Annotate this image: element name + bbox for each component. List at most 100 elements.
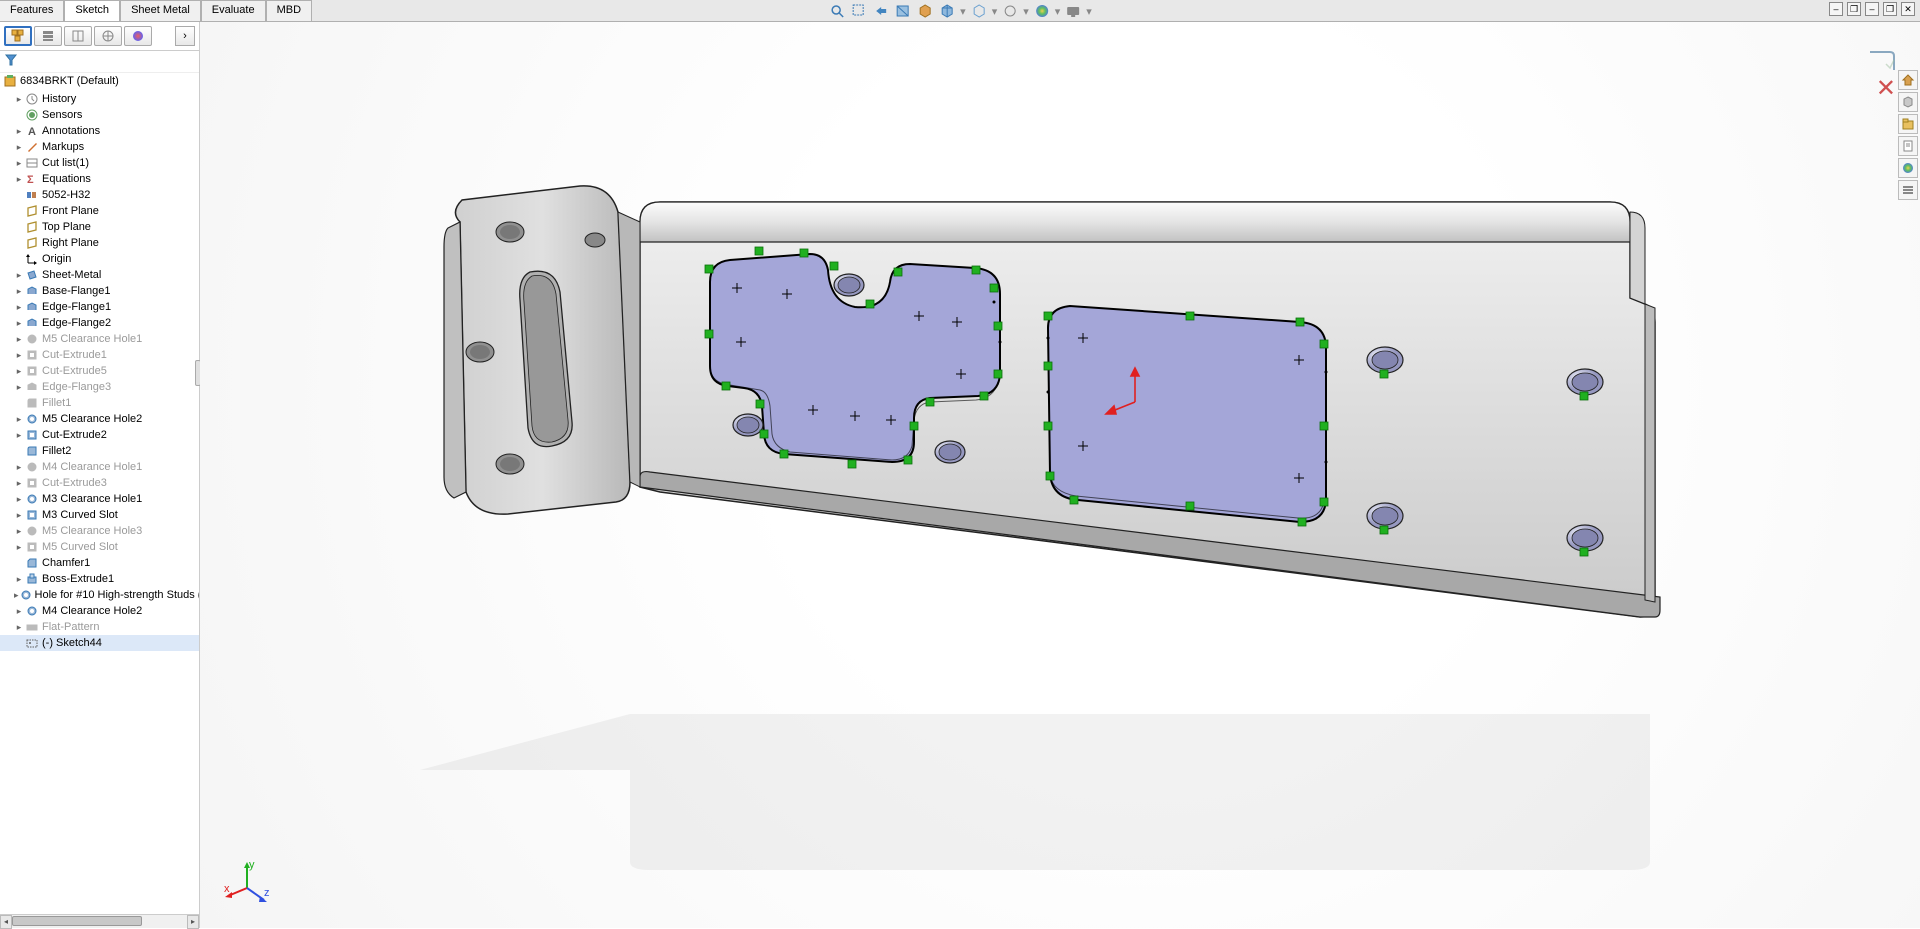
display-style-icon[interactable] [938, 2, 956, 20]
feature-tree-item[interactable]: Chamfer1 [0, 555, 199, 571]
expand-icon[interactable]: ▸ [14, 334, 24, 345]
feature-tree-item[interactable]: ▸Edge-Flange1 [0, 299, 199, 315]
feature-tree-item[interactable]: ▸Cut-Extrude5 [0, 363, 199, 379]
hide-show-icon[interactable] [970, 2, 988, 20]
expand-icon[interactable]: ▸ [14, 494, 24, 505]
view-palette-icon[interactable] [1898, 158, 1918, 178]
feature-tree-item[interactable]: ▸M5 Clearance Hole2 [0, 411, 199, 427]
restore-app-icon[interactable]: ❐ [1883, 2, 1897, 16]
feature-tree-item[interactable]: ▸Sheet-Metal [0, 267, 199, 283]
feature-tree-item[interactable]: ▸AAnnotations [0, 123, 199, 139]
expand-icon[interactable]: ▸ [14, 414, 24, 425]
feature-tree-item[interactable]: ▸ΣEquations [0, 171, 199, 187]
expand-icon[interactable]: ▸ [14, 350, 24, 361]
feature-tree-item[interactable]: ▸Markups [0, 139, 199, 155]
scroll-left-arrow[interactable]: ◂ [0, 915, 12, 929]
minimize-app-icon[interactable]: ‒ [1865, 2, 1879, 16]
config-manager-tab[interactable] [64, 26, 92, 46]
home-icon[interactable] [1898, 70, 1918, 90]
model-root[interactable]: 6834BRKT (Default) [0, 73, 199, 89]
file-explorer-icon[interactable] [1898, 136, 1918, 156]
expand-icon[interactable]: ▸ [14, 286, 24, 297]
feature-tree-item[interactable]: Sensors [0, 107, 199, 123]
feature-tree-item[interactable]: ▸M4 Clearance Hole1 [0, 459, 199, 475]
feature-tree-item[interactable]: ▸Edge-Flange2 [0, 315, 199, 331]
feature-tree-item[interactable]: ▸Hole for #10 High-strength Studs (H [0, 587, 199, 603]
feature-tree-item[interactable]: ▸M3 Clearance Hole1 [0, 491, 199, 507]
display-manager-tab[interactable] [124, 26, 152, 46]
feature-tree-item[interactable]: ▸M5 Clearance Hole1 [0, 331, 199, 347]
tab-sheet-metal[interactable]: Sheet Metal [120, 0, 201, 21]
expand-icon[interactable]: ▸ [14, 574, 24, 585]
feature-tree-item[interactable]: ▸Boss-Extrude1 [0, 571, 199, 587]
section-view-icon[interactable] [894, 2, 912, 20]
panel-expand-arrow[interactable]: › [175, 26, 195, 46]
feature-tree-item[interactable]: ▸Cut-Extrude2 [0, 427, 199, 443]
feature-tree-item[interactable]: 5052-H32 [0, 187, 199, 203]
expand-icon[interactable]: ▸ [14, 158, 24, 169]
scroll-right-arrow[interactable]: ▸ [187, 915, 199, 929]
expand-icon[interactable]: ▸ [14, 94, 24, 105]
expand-icon[interactable]: ▸ [14, 542, 24, 553]
feature-tree-item[interactable]: ▸Edge-Flange3 [0, 379, 199, 395]
feature-tree-item[interactable]: ▸M5 Curved Slot [0, 539, 199, 555]
expand-icon[interactable]: ▸ [14, 382, 24, 393]
feature-tree-item[interactable]: (-) Sketch44 [0, 635, 199, 651]
feature-tree-item[interactable]: ▸M3 Curved Slot [0, 507, 199, 523]
expand-icon[interactable]: ▸ [14, 430, 24, 441]
filter-icon[interactable] [4, 53, 18, 70]
feature-tree-item[interactable]: ▸M4 Clearance Hole2 [0, 603, 199, 619]
expand-icon[interactable]: ▸ [14, 126, 24, 137]
expand-icon[interactable]: ▸ [14, 302, 24, 313]
tab-evaluate[interactable]: Evaluate [201, 0, 266, 21]
expand-icon[interactable]: ▸ [14, 478, 24, 489]
tab-mbd[interactable]: MBD [266, 0, 312, 21]
scroll-thumb[interactable] [12, 916, 142, 926]
expand-icon[interactable]: ▸ [14, 510, 24, 521]
close-app-icon[interactable]: ✕ [1901, 2, 1915, 16]
feature-manager-tab[interactable] [4, 26, 32, 46]
feature-tree-item[interactable]: ▸History [0, 91, 199, 107]
minimize-doc-icon[interactable]: ‒ [1829, 2, 1843, 16]
feature-tree[interactable]: ▸HistorySensors▸AAnnotations▸Markups▸Cut… [0, 89, 199, 914]
expand-icon[interactable]: ▸ [14, 622, 24, 633]
expand-icon[interactable]: ▸ [14, 270, 24, 281]
expand-icon[interactable]: ▸ [14, 318, 24, 329]
expand-icon[interactable]: ▸ [14, 142, 24, 153]
prev-view-icon[interactable] [872, 2, 890, 20]
expand-icon[interactable]: ▸ [14, 174, 24, 185]
apply-scene-icon[interactable] [1033, 2, 1051, 20]
feature-tree-item[interactable]: Fillet1 [0, 395, 199, 411]
dim-expert-tab[interactable] [94, 26, 122, 46]
expand-icon[interactable]: ▸ [14, 366, 24, 377]
tab-sketch[interactable]: Sketch [64, 0, 120, 21]
feature-tree-item[interactable]: ▸Flat-Pattern [0, 619, 199, 635]
view-settings-icon[interactable] [1064, 2, 1082, 20]
feature-tree-item[interactable]: ▸Base-Flange1 [0, 283, 199, 299]
view-orientation-icon[interactable] [916, 2, 934, 20]
expand-icon[interactable]: ▸ [14, 462, 24, 473]
restore-doc-icon[interactable]: ❐ [1847, 2, 1861, 16]
tree-horizontal-scrollbar[interactable]: ◂ ▸ [0, 914, 199, 928]
feature-tree-item[interactable]: Origin [0, 251, 199, 267]
feature-tree-item[interactable]: Front Plane [0, 203, 199, 219]
expand-icon[interactable]: ▸ [14, 606, 24, 617]
appearances-icon[interactable] [1898, 180, 1918, 200]
feature-tree-item[interactable]: ▸M5 Clearance Hole3 [0, 523, 199, 539]
feature-tree-item[interactable]: ▸Cut-Extrude1 [0, 347, 199, 363]
graphics-viewport[interactable]: ✕ [200, 22, 1920, 928]
property-manager-tab[interactable] [34, 26, 62, 46]
feature-tree-item[interactable]: Top Plane [0, 219, 199, 235]
feature-tree-item[interactable]: ▸Cut list(1) [0, 155, 199, 171]
feature-tree-item[interactable]: Right Plane [0, 235, 199, 251]
feature-tree-item[interactable]: ▸Cut-Extrude3 [0, 475, 199, 491]
design-library-icon[interactable] [1898, 114, 1918, 134]
feature-tree-item[interactable]: Fillet2 [0, 443, 199, 459]
zoom-fit-icon[interactable] [828, 2, 846, 20]
tab-features[interactable]: Features [0, 0, 64, 21]
expand-icon[interactable]: ▸ [14, 526, 24, 537]
edit-appearance-icon[interactable] [1001, 2, 1019, 20]
zoom-area-icon[interactable] [850, 2, 868, 20]
resources-icon[interactable] [1898, 92, 1918, 112]
reference-triad[interactable]: y x z [222, 858, 272, 908]
